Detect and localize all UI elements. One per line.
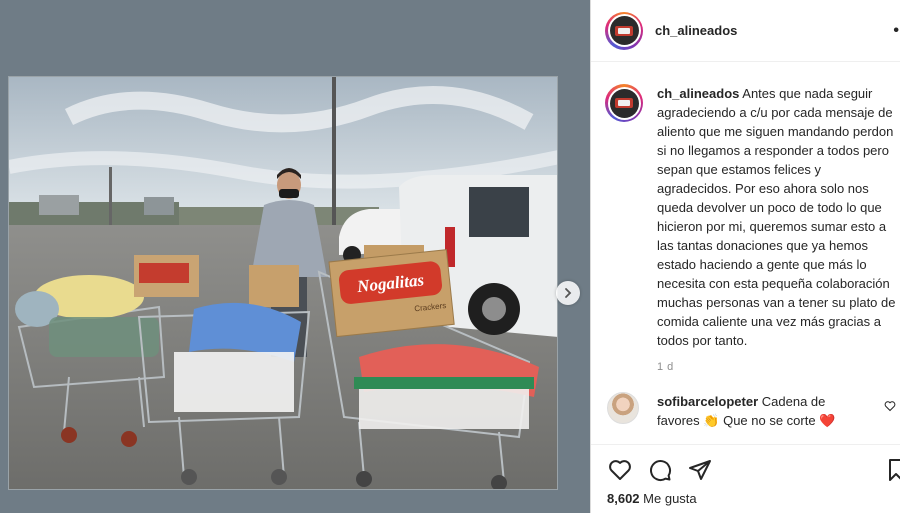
photo-backdrop: Nogalitas Crackers xyxy=(0,0,590,513)
likes-label: Me gusta xyxy=(643,491,697,506)
save-button[interactable] xyxy=(888,458,900,487)
comment-icon xyxy=(650,460,672,482)
comment-body-end: Que no se corte xyxy=(723,413,816,428)
next-photo-button[interactable] xyxy=(556,281,580,305)
chevron-right-icon xyxy=(565,288,572,298)
post-actions: 8,602 Me gusta xyxy=(591,444,900,513)
post-timestamp[interactable]: 1 d xyxy=(657,361,900,373)
share-button[interactable] xyxy=(687,457,713,483)
comment-item: sofibarcelopeter Cadena de favores 👏 Que… xyxy=(605,392,900,430)
likes-count[interactable]: 8,602 Me gusta xyxy=(607,491,697,506)
comment-button[interactable] xyxy=(647,457,673,483)
like-button[interactable] xyxy=(607,457,633,483)
post-caption: ch_alineados Antes que nada seguir agrad… xyxy=(605,84,900,373)
commenter-avatar[interactable] xyxy=(607,392,639,424)
clapping-emoji: 👏 xyxy=(703,413,720,428)
caption-body: Antes que nada seguir agradeciendo a c/u… xyxy=(657,86,896,348)
profile-logo-icon xyxy=(615,25,633,36)
caption-avatar[interactable] xyxy=(605,84,643,122)
more-options-icon[interactable]: • xyxy=(893,22,900,40)
avatar[interactable] xyxy=(605,11,643,50)
comment-like-icon[interactable] xyxy=(884,400,896,412)
caption-text: ch_alineados Antes que nada seguir agrad… xyxy=(657,84,897,350)
post-photo[interactable]: Nogalitas Crackers xyxy=(8,76,558,490)
post-media-pane: Nogalitas Crackers xyxy=(0,0,591,513)
likes-number: 8,602 xyxy=(607,491,640,506)
comment-text: sofibarcelopeter Cadena de favores 👏 Que… xyxy=(657,392,871,430)
profile-logo-icon xyxy=(615,98,633,108)
header-username[interactable]: ch_alineados xyxy=(655,23,737,38)
comment-username[interactable]: sofibarcelopeter xyxy=(657,394,758,409)
post-side-panel: ch_alineados • ch_alineados Antes que na… xyxy=(591,0,900,513)
bookmark-icon xyxy=(889,459,900,481)
share-icon xyxy=(689,460,711,480)
post-header: ch_alineados • xyxy=(591,0,900,62)
heart-icon xyxy=(609,460,631,480)
heart-emoji: ❤️ xyxy=(819,413,836,428)
caption-username[interactable]: ch_alineados xyxy=(657,86,739,101)
